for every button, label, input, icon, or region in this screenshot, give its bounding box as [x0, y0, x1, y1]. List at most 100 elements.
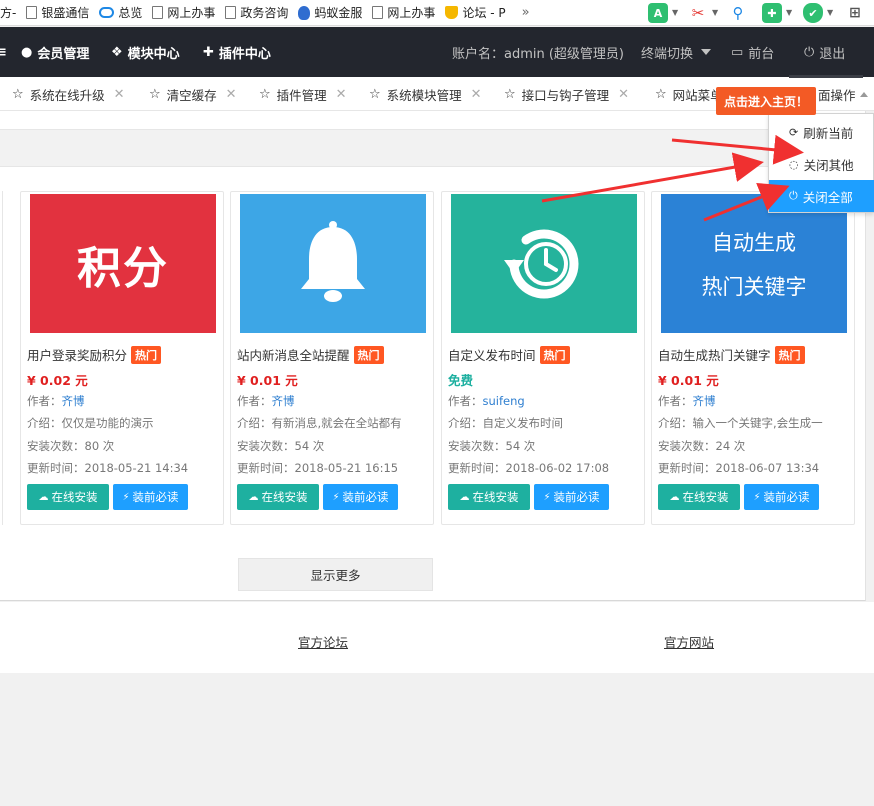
author-link[interactable]: 齐博 [62, 394, 85, 408]
author-link[interactable]: 齐博 [693, 394, 716, 408]
plugin-installs: 安装次数：54 次 [448, 439, 536, 453]
bookmark-0[interactable]: 方- [0, 4, 16, 21]
clock-history-icon [504, 229, 579, 298]
thumbnail-text: 积分 [77, 242, 169, 294]
install-button[interactable]: ☁ 在线安装 [448, 484, 530, 510]
close-icon[interactable]: ✕ [114, 87, 125, 102]
footer: 官方论坛 官方网站 [0, 602, 874, 673]
search-icon[interactable]: ⚲ [728, 3, 748, 23]
plugin-card: 积分 用户登录奖励积分 热门 ¥ 0.02 元 作者：齐博 介绍：仅仅是功能的演示… [20, 191, 224, 525]
bookmark-6[interactable]: 网上办事 [372, 4, 435, 21]
author-link[interactable]: 齐博 [272, 394, 295, 408]
chevron-down-icon[interactable]: ▼ [712, 8, 718, 17]
plugin-thumbnail[interactable] [240, 194, 426, 333]
chevron-down-icon[interactable]: ▼ [786, 8, 792, 17]
page-operations-highlight [789, 75, 863, 78]
install-button[interactable]: ☁ 在线安装 [237, 484, 319, 510]
read-first-button[interactable]: ⚡ 装前必读 [534, 484, 609, 510]
plugin-author: 作者：齐博 [27, 394, 85, 408]
bolt-icon: ⚡ [122, 491, 130, 503]
plugin-updated: 更新时间：2018-06-02 17:08 [448, 461, 610, 475]
bolt-icon: ⚡ [753, 491, 761, 503]
top-navigation: ≡ ● 会员管理 ❖ 模块中心 ✚ 插件中心 账户名：admin (超级管理员) 终端… [0, 27, 874, 77]
nav-member-management[interactable]: ● 会员管理 [21, 27, 89, 77]
read-first-button[interactable]: ⚡ 装前必读 [323, 484, 398, 510]
close-icon[interactable]: ✕ [618, 87, 629, 102]
chevron-down-icon [701, 49, 712, 55]
nav-plugin-center[interactable]: ✚ 插件中心 [203, 27, 271, 77]
nav-module-center[interactable]: ❖ 模块中心 [111, 27, 180, 77]
shield-icon[interactable]: ✔ [803, 3, 823, 23]
bookmark-5[interactable]: 蚂蚁金服 [298, 4, 362, 21]
content-panel: 积分 用户登录奖励积分 热门 ¥ 0.02 元 作者：齐博 介绍：仅仅是功能的演示… [0, 111, 866, 601]
plugin-installs: 安装次数：24 次 [658, 439, 746, 453]
plugin-title[interactable]: 站内新消息全站提醒 [237, 345, 350, 364]
plugin-title[interactable]: 自定义发布时间 [448, 345, 536, 364]
translate-extension-icon[interactable]: A [648, 3, 668, 23]
power-icon: ⏻ [804, 44, 815, 60]
tab-hooks-management[interactable]: ☆ 接口与钩子管理 ✕ [504, 77, 629, 111]
star-icon: ☆ [655, 86, 667, 102]
plugin-card: 站内新消息全站提醒 热门 ¥ 0.01 元 作者：齐博 介绍：有新消息,就会在全站… [230, 191, 434, 525]
tab-clear-cache[interactable]: ☆ 清空缓存 ✕ [149, 77, 237, 111]
screenshot-root: 方- 银盛通信 总览 网上办事 政务咨询 蚂蚁金服 网上办事 论坛 - P » … [0, 0, 874, 806]
frontend-link[interactable]: ▭ 前台 [731, 27, 774, 77]
bookmark-1[interactable]: 银盛通信 [26, 4, 89, 21]
plugin-author: 作者：齐博 [658, 394, 716, 408]
plugin-thumbnail[interactable] [451, 194, 637, 333]
show-more-button[interactable]: 显示更多 [238, 558, 433, 591]
read-first-button[interactable]: ⚡ 装前必读 [113, 484, 188, 510]
tab-module-management[interactable]: ☆ 系统模块管理 ✕ [369, 77, 482, 111]
chevron-down-icon[interactable]: ▼ [827, 8, 833, 17]
install-button[interactable]: ☁ 在线安装 [27, 484, 109, 510]
trophy-icon [445, 6, 459, 19]
page-operations-button[interactable]: 面操作 [818, 77, 868, 111]
star-icon: ☆ [259, 86, 271, 102]
menu-close-all[interactable]: ⏻ 关闭全部 [769, 180, 874, 212]
plugin-card: 自动生成 热门关键字 自动生成热门关键字 热门 ¥ 0.01 元 作者：齐博 介绍… [651, 191, 855, 525]
hot-badge: 热门 [131, 345, 162, 364]
tab-plugin-management[interactable]: ☆ 插件管理 ✕ [259, 77, 347, 111]
author-link[interactable]: suifeng [483, 394, 525, 408]
close-icon[interactable]: ✕ [471, 87, 482, 102]
star-icon: ☆ [149, 86, 161, 102]
nav-edge-fragment: ≡ [0, 44, 7, 60]
chevron-up-icon [859, 91, 868, 97]
page-icon [225, 6, 237, 19]
gamepad-icon[interactable]: ✚ [762, 3, 782, 23]
account-name[interactable]: 账户名：admin (超级管理员) [452, 27, 624, 77]
cubes-icon: ❖ [111, 44, 123, 60]
menu-close-others[interactable]: ◌ 关闭其他 [769, 148, 874, 180]
bookmark-7[interactable]: 论坛 - P [445, 4, 506, 21]
chevron-down-icon[interactable]: ▼ [672, 8, 678, 17]
scissors-icon[interactable]: ✂ [688, 3, 708, 23]
page-operations-menu: ⟳ 刷新当前 ◌ 关闭其他 ⏻ 关闭全部 [768, 113, 874, 213]
plugin-thumbnail[interactable]: 自动生成 热门关键字 [661, 194, 847, 333]
page-icon [26, 6, 38, 19]
close-icon[interactable]: ✕ [226, 87, 237, 102]
bookmark-4[interactable]: 政务咨询 [225, 4, 288, 21]
logout-link[interactable]: ⏻ 退出 [804, 27, 845, 77]
menu-refresh-current[interactable]: ⟳ 刷新当前 [769, 116, 874, 148]
previous-card-edge [0, 191, 3, 525]
refresh-icon: ⟳ [789, 125, 799, 139]
bookmarks-more-icon[interactable]: » [522, 5, 530, 20]
ant-icon [298, 5, 311, 20]
plugin-title[interactable]: 自动生成热门关键字 [658, 345, 771, 364]
terminal-switch[interactable]: 终端切换 [641, 27, 712, 77]
close-icon[interactable]: ✕ [336, 87, 347, 102]
bolt-icon: ⚡ [332, 491, 340, 503]
hot-badge: 热门 [539, 345, 570, 364]
cloud-download-icon: ☁ [38, 491, 49, 503]
plugin-title[interactable]: 用户登录奖励积分 [27, 345, 127, 364]
official-forum-link[interactable]: 官方论坛 [298, 632, 348, 651]
bookmark-2[interactable]: 总览 [99, 4, 142, 21]
install-button[interactable]: ☁ 在线安装 [658, 484, 740, 510]
bookmark-3[interactable]: 网上办事 [152, 4, 215, 21]
official-site-link[interactable]: 官方网站 [664, 632, 714, 651]
plugin-thumbnail[interactable]: 积分 [30, 194, 216, 333]
plugin-updated: 更新时间：2018-05-21 16:15 [237, 461, 399, 475]
apps-grid-icon[interactable]: ⊞ [845, 3, 865, 23]
tab-system-upgrade[interactable]: ☆ 系统在线升级 ✕ [12, 77, 125, 111]
read-first-button[interactable]: ⚡ 装前必读 [744, 484, 819, 510]
